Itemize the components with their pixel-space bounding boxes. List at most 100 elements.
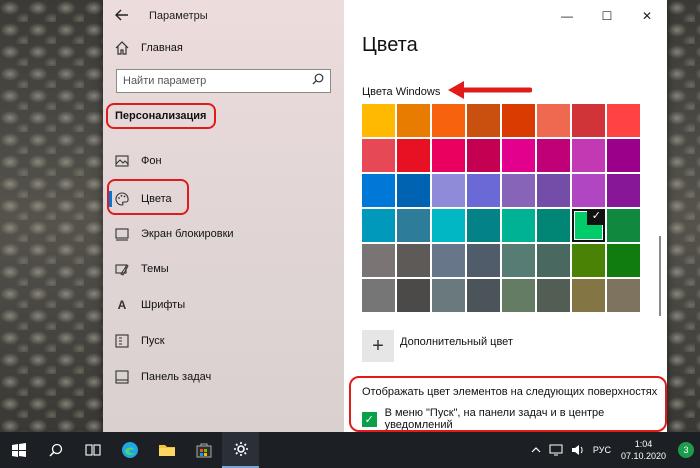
color-swatch[interactable] bbox=[362, 139, 395, 172]
color-swatch[interactable] bbox=[432, 244, 465, 277]
color-swatch[interactable] bbox=[502, 209, 535, 242]
color-swatch[interactable] bbox=[397, 139, 430, 172]
color-swatch[interactable] bbox=[607, 139, 640, 172]
color-swatch[interactable] bbox=[362, 244, 395, 277]
back-arrow-icon[interactable] bbox=[115, 8, 131, 24]
notifications-badge[interactable]: 3 bbox=[678, 442, 694, 458]
taskbar: РУС 1:04 07.10.2020 3 bbox=[0, 432, 700, 468]
color-swatch[interactable] bbox=[397, 174, 430, 207]
color-swatch[interactable] bbox=[397, 104, 430, 137]
sidebar-item-label: Фон bbox=[141, 155, 162, 167]
sidebar-item-taskbar[interactable]: Панель задач bbox=[115, 366, 335, 388]
start-button[interactable] bbox=[0, 432, 37, 468]
color-swatch[interactable] bbox=[432, 174, 465, 207]
color-swatch[interactable] bbox=[537, 174, 570, 207]
color-swatch[interactable] bbox=[537, 279, 570, 312]
color-swatch[interactable] bbox=[607, 209, 640, 242]
network-icon[interactable] bbox=[549, 444, 563, 456]
file-explorer-icon[interactable] bbox=[148, 432, 185, 468]
color-swatch[interactable] bbox=[537, 244, 570, 277]
color-swatch[interactable] bbox=[502, 104, 535, 137]
sidebar-item-label: Темы bbox=[141, 263, 169, 275]
color-swatch[interactable] bbox=[467, 139, 500, 172]
minimize-button[interactable]: — bbox=[547, 0, 587, 32]
sidebar-item-home[interactable]: Главная bbox=[115, 38, 183, 58]
color-swatch[interactable]: ✓ bbox=[572, 209, 605, 242]
desktop-wallpaper-right bbox=[667, 0, 700, 432]
color-swatch[interactable] bbox=[467, 209, 500, 242]
settings-window: Параметры Главная Персонализация Фон bbox=[103, 0, 667, 432]
page-title: Цвета bbox=[362, 34, 418, 56]
home-icon bbox=[115, 41, 129, 55]
taskbar-search-icon[interactable] bbox=[37, 432, 74, 468]
sidebar-item-lock-screen[interactable]: Экран блокировки bbox=[115, 223, 335, 245]
settings-gear-icon[interactable] bbox=[222, 432, 259, 468]
color-swatch[interactable] bbox=[572, 244, 605, 277]
sidebar-item-label: Панель задач bbox=[141, 371, 212, 383]
search-box[interactable] bbox=[116, 69, 331, 93]
color-swatch[interactable] bbox=[432, 104, 465, 137]
sidebar-item-label: Главная bbox=[141, 42, 183, 54]
sidebar-item-background[interactable]: Фон bbox=[115, 150, 335, 172]
sidebar-item-label: Шрифты bbox=[141, 299, 186, 311]
windows-colors-label: Цвета Windows bbox=[362, 86, 441, 98]
color-swatch[interactable] bbox=[502, 244, 535, 277]
sidebar-item-fonts[interactable]: A Шрифты bbox=[115, 294, 335, 316]
sidebar-item-label: Пуск bbox=[141, 335, 165, 347]
close-button[interactable]: ✕ bbox=[627, 0, 667, 32]
color-swatch[interactable] bbox=[397, 209, 430, 242]
color-swatch[interactable] bbox=[607, 174, 640, 207]
color-swatch[interactable] bbox=[467, 104, 500, 137]
color-swatch[interactable] bbox=[432, 279, 465, 312]
color-swatch[interactable] bbox=[362, 174, 395, 207]
search-icon[interactable] bbox=[312, 72, 324, 90]
color-swatch[interactable] bbox=[502, 279, 535, 312]
search-input[interactable] bbox=[123, 75, 303, 87]
color-swatch[interactable] bbox=[502, 139, 535, 172]
volume-icon[interactable] bbox=[571, 444, 585, 456]
color-swatch[interactable] bbox=[432, 139, 465, 172]
color-swatch[interactable] bbox=[537, 209, 570, 242]
store-icon[interactable] bbox=[185, 432, 222, 468]
color-swatch[interactable] bbox=[572, 174, 605, 207]
custom-color-button[interactable]: + Дополнительный цвет bbox=[362, 330, 513, 362]
color-swatch[interactable] bbox=[572, 279, 605, 312]
language-indicator[interactable]: РУС bbox=[593, 445, 611, 455]
color-swatch[interactable] bbox=[607, 279, 640, 312]
scrollbar[interactable] bbox=[659, 236, 661, 316]
clock-date: 07.10.2020 bbox=[620, 451, 666, 461]
sidebar-item-themes[interactable]: Темы bbox=[115, 258, 335, 280]
color-swatch[interactable] bbox=[362, 209, 395, 242]
color-swatch[interactable] bbox=[467, 174, 500, 207]
color-swatch[interactable] bbox=[362, 104, 395, 137]
image-icon bbox=[115, 154, 129, 168]
custom-color-label: Дополнительный цвет bbox=[400, 336, 513, 348]
color-swatch[interactable] bbox=[397, 279, 430, 312]
edge-browser-icon[interactable] bbox=[111, 432, 148, 468]
annotation-ring-section bbox=[106, 103, 216, 129]
annotation-ring-colors bbox=[107, 179, 189, 215]
color-swatch[interactable] bbox=[502, 174, 535, 207]
clock[interactable]: 1:04 07.10.2020 bbox=[621, 438, 666, 462]
task-view-icon[interactable] bbox=[74, 432, 111, 468]
color-swatch[interactable] bbox=[397, 244, 430, 277]
color-swatch[interactable] bbox=[537, 139, 570, 172]
color-swatch[interactable] bbox=[572, 139, 605, 172]
color-swatch[interactable] bbox=[607, 104, 640, 137]
app-title: Параметры bbox=[149, 10, 208, 22]
color-swatch[interactable] bbox=[467, 244, 500, 277]
start-icon bbox=[115, 334, 129, 348]
color-swatch[interactable] bbox=[537, 104, 570, 137]
window-controls: — ☐ ✕ bbox=[547, 0, 667, 32]
maximize-button[interactable]: ☐ bbox=[587, 0, 627, 32]
chevron-up-icon[interactable] bbox=[531, 446, 541, 454]
color-swatch[interactable] bbox=[572, 104, 605, 137]
color-swatch[interactable] bbox=[432, 209, 465, 242]
color-swatch-grid: ✓ bbox=[362, 104, 640, 312]
sidebar-item-start[interactable]: Пуск bbox=[115, 330, 335, 352]
color-swatch[interactable] bbox=[607, 244, 640, 277]
color-swatch[interactable] bbox=[467, 279, 500, 312]
font-icon: A bbox=[117, 298, 127, 312]
selected-check-icon: ✓ bbox=[591, 210, 601, 222]
color-swatch[interactable] bbox=[362, 279, 395, 312]
